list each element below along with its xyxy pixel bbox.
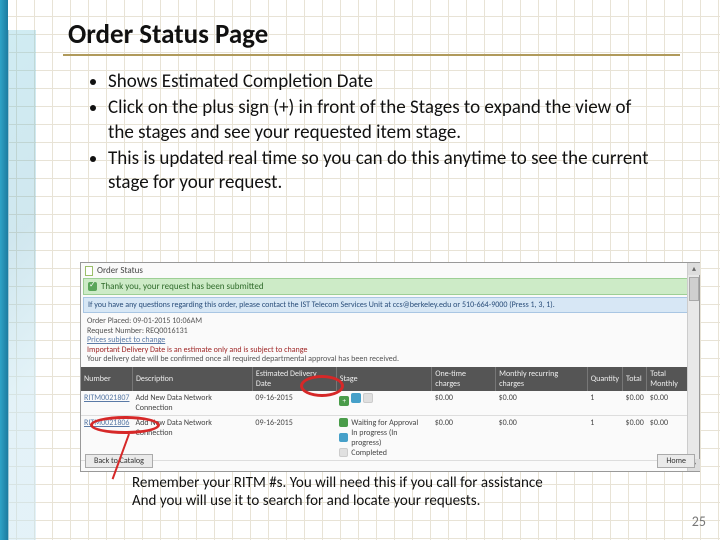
cell-qty: 1 xyxy=(587,391,622,416)
col-onetime: One-time charges xyxy=(432,367,496,391)
panel-title: Order Status xyxy=(97,265,143,276)
home-button[interactable]: Home xyxy=(657,454,695,468)
table-header-row: Number Description Estimated Delivery Da… xyxy=(81,367,699,391)
check-icon xyxy=(88,282,97,291)
slide-title: Order Status Page xyxy=(68,18,268,51)
stage-expand-icon[interactable]: + xyxy=(339,396,375,406)
col-stage: Stage xyxy=(336,367,431,391)
bullet-item: Click on the plus sign (+) in front of t… xyxy=(108,96,658,145)
stage-done-icon xyxy=(339,418,348,427)
order-table: Number Description Estimated Delivery Da… xyxy=(81,367,699,461)
bullet-list: Shows Estimated Completion Date Click on… xyxy=(88,70,658,198)
col-number: Number xyxy=(81,367,132,391)
scroll-up-icon[interactable]: ▴ xyxy=(688,263,700,275)
col-qty: Quantity xyxy=(587,367,622,391)
delivery-note: Your delivery date will be confirmed onc… xyxy=(87,354,399,364)
cell-tot: $0.00 xyxy=(623,391,647,416)
order-placed-value: 09-01-2015 10:06AM xyxy=(133,316,202,326)
order-placed-label: Order Placed: xyxy=(87,316,131,326)
button-bar: Back to Catalog Home xyxy=(85,454,695,468)
success-banner: Thank you, your request has been submitt… xyxy=(83,278,697,295)
cell-mon: $0.00 xyxy=(496,391,588,416)
success-text: Thank you, your request has been submitt… xyxy=(101,281,264,292)
title-underline xyxy=(63,54,680,56)
order-meta: Order Placed: 09-01-2015 10:06AM Request… xyxy=(81,315,699,367)
bullet-item: This is updated real time so you can do … xyxy=(108,147,658,196)
cell-desc: Add New Data Network Connection xyxy=(132,391,252,416)
col-description: Description xyxy=(132,367,252,391)
scrollbar[interactable]: ▴ ▾ xyxy=(687,263,699,471)
remember-line1: Remember your RITM #s. You will need thi… xyxy=(132,475,652,493)
request-label: Request Number: xyxy=(87,326,144,336)
left-accent-bar xyxy=(0,0,8,540)
embedded-screenshot: ▴ ▾ Order Status Thank you, your request… xyxy=(80,262,700,472)
remember-note: Remember your RITM #s. You will need thi… xyxy=(132,475,652,510)
cell-one: $0.00 xyxy=(432,391,496,416)
highlight-circle-ritm xyxy=(90,416,160,434)
stage-waiting: Waiting for Approval xyxy=(351,418,418,428)
table-row: RITM0021807 Add New Data Network Connect… xyxy=(81,391,699,416)
stage-inprogress: In progress (In progress) xyxy=(351,428,429,448)
document-icon xyxy=(85,266,93,276)
stage-current-icon xyxy=(339,433,348,442)
scroll-thumb[interactable] xyxy=(689,277,699,301)
prices-link[interactable]: Prices subject to change xyxy=(87,335,165,345)
info-banner: If you have any questions regarding this… xyxy=(83,297,697,313)
panel-header: Order Status xyxy=(81,263,699,278)
important-note: Important Delivery Date is an estimate o… xyxy=(87,345,307,355)
request-value: REQ0016131 xyxy=(146,326,188,336)
cell-stage: + xyxy=(336,391,431,416)
ritm-link[interactable]: RITM0021807 xyxy=(81,391,132,416)
col-monthly: Monthly recurring charges xyxy=(496,367,588,391)
slide: Order Status Page Shows Estimated Comple… xyxy=(0,0,720,540)
bullet-item: Shows Estimated Completion Date xyxy=(108,70,658,94)
col-total: Total xyxy=(623,367,647,391)
page-number: 25 xyxy=(692,513,706,530)
left-accent-pattern xyxy=(8,30,36,540)
highlight-circle-stage xyxy=(300,375,344,397)
remember-line2: And you will use it to search for and lo… xyxy=(132,493,652,511)
